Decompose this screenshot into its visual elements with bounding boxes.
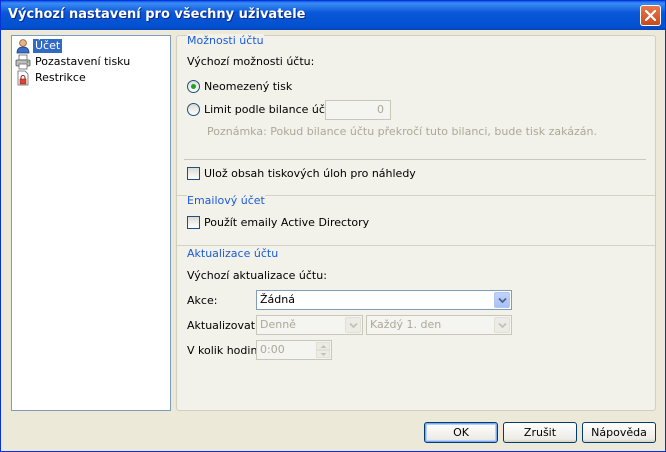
tree-item-print-hold[interactable]: Pozastavení tisku xyxy=(15,54,132,70)
tree-item-label: Pozastavení tisku xyxy=(35,55,131,68)
update-day-dropdown-button[interactable] xyxy=(494,317,510,333)
use-ad-emails-checkbox[interactable] xyxy=(187,216,200,229)
unlimited-print-radio[interactable] xyxy=(187,80,200,93)
default-account-options-label: Výchozí možnosti účtu: xyxy=(187,55,315,68)
tree-item-label: Restrikce xyxy=(35,71,86,84)
update-label: Aktualizovat: xyxy=(187,319,259,332)
update-period-value: Denně xyxy=(260,318,296,331)
spin-down-button[interactable] xyxy=(316,350,330,358)
store-previews-checkbox[interactable] xyxy=(187,167,200,180)
update-day-value: Každý 1. den xyxy=(370,318,442,331)
action-select-value: Žádná xyxy=(260,293,295,306)
user-icon xyxy=(16,39,30,54)
chevron-down-icon xyxy=(498,322,507,329)
close-icon xyxy=(645,10,656,21)
arrow-down-icon xyxy=(320,353,327,356)
default-account-update-label: Výchozí aktualizace účtu: xyxy=(187,269,327,282)
update-period-dropdown-button[interactable] xyxy=(345,317,361,333)
use-ad-emails-label[interactable]: Použít emaily Active Directory xyxy=(204,216,369,229)
update-day-select[interactable]: Každý 1. den xyxy=(366,315,512,335)
limit-balance-label[interactable]: Limit podle bilance účtu: xyxy=(204,103,340,116)
email-account-group: Emailový účet Použít emaily Active Direc… xyxy=(177,194,655,246)
account-options-group: Možnosti účtu Výchozí možnosti účtu: Neo… xyxy=(177,34,655,196)
printer-icon xyxy=(15,54,31,70)
limit-note: Poznámka: Pokud bilance účtu překročí tu… xyxy=(207,125,597,138)
limit-balance-input[interactable]: 0 xyxy=(325,100,391,120)
tree-item-account[interactable]: Účet xyxy=(15,38,63,54)
hour-spinner[interactable] xyxy=(316,342,330,358)
chevron-down-icon xyxy=(498,297,507,304)
store-previews-label[interactable]: Ulož obsah tiskových úloh pro náhledy xyxy=(204,167,416,180)
close-button[interactable] xyxy=(640,5,661,26)
dialog-body: Účet Pozastavení tisku Restrikce Možnost… xyxy=(4,30,662,449)
hour-label: V kolik hodin: xyxy=(187,344,262,357)
document-lock-icon xyxy=(17,70,29,86)
action-dropdown-button[interactable] xyxy=(494,292,510,308)
settings-panel: Možnosti účtu Výchozí možnosti účtu: Neo… xyxy=(176,34,656,411)
chevron-down-icon xyxy=(349,322,358,329)
dialog-window: Výchozí nastavení pro všechny uživatele … xyxy=(0,0,666,452)
group-title-account-update: Aktualizace účtu xyxy=(187,247,279,260)
group-title-email-account: Emailový účet xyxy=(187,194,265,207)
help-button[interactable]: Nápověda xyxy=(582,422,656,443)
spin-up-button[interactable] xyxy=(316,342,330,350)
cancel-button[interactable]: Zrušit xyxy=(503,422,577,443)
title-bar[interactable]: Výchozí nastavení pro všechny uživatele xyxy=(1,1,665,30)
window-title: Výchozí nastavení pro všechny uživatele xyxy=(8,7,306,22)
account-update-group: Aktualizace účtu Výchozí aktualizace účt… xyxy=(177,247,655,374)
arrow-up-icon xyxy=(320,345,327,348)
unlimited-print-label[interactable]: Neomezený tisk xyxy=(204,80,292,93)
update-period-select[interactable]: Denně xyxy=(256,315,363,335)
settings-tree: Účet Pozastavení tisku Restrikce xyxy=(11,35,171,411)
limit-balance-radio[interactable] xyxy=(187,103,200,116)
tree-item-label: Účet xyxy=(33,39,63,53)
radio-selected-dot xyxy=(191,84,196,89)
ok-button[interactable]: OK xyxy=(424,422,498,443)
group-title-account-options: Možnosti účtu xyxy=(187,34,264,47)
tree-item-restrictions[interactable]: Restrikce xyxy=(15,70,88,86)
separator xyxy=(184,159,646,160)
hour-value: 0:00 xyxy=(260,343,285,356)
hour-input[interactable]: 0:00 xyxy=(256,340,332,360)
action-label: Akce: xyxy=(187,294,218,307)
action-select[interactable]: Žádná xyxy=(256,290,512,310)
